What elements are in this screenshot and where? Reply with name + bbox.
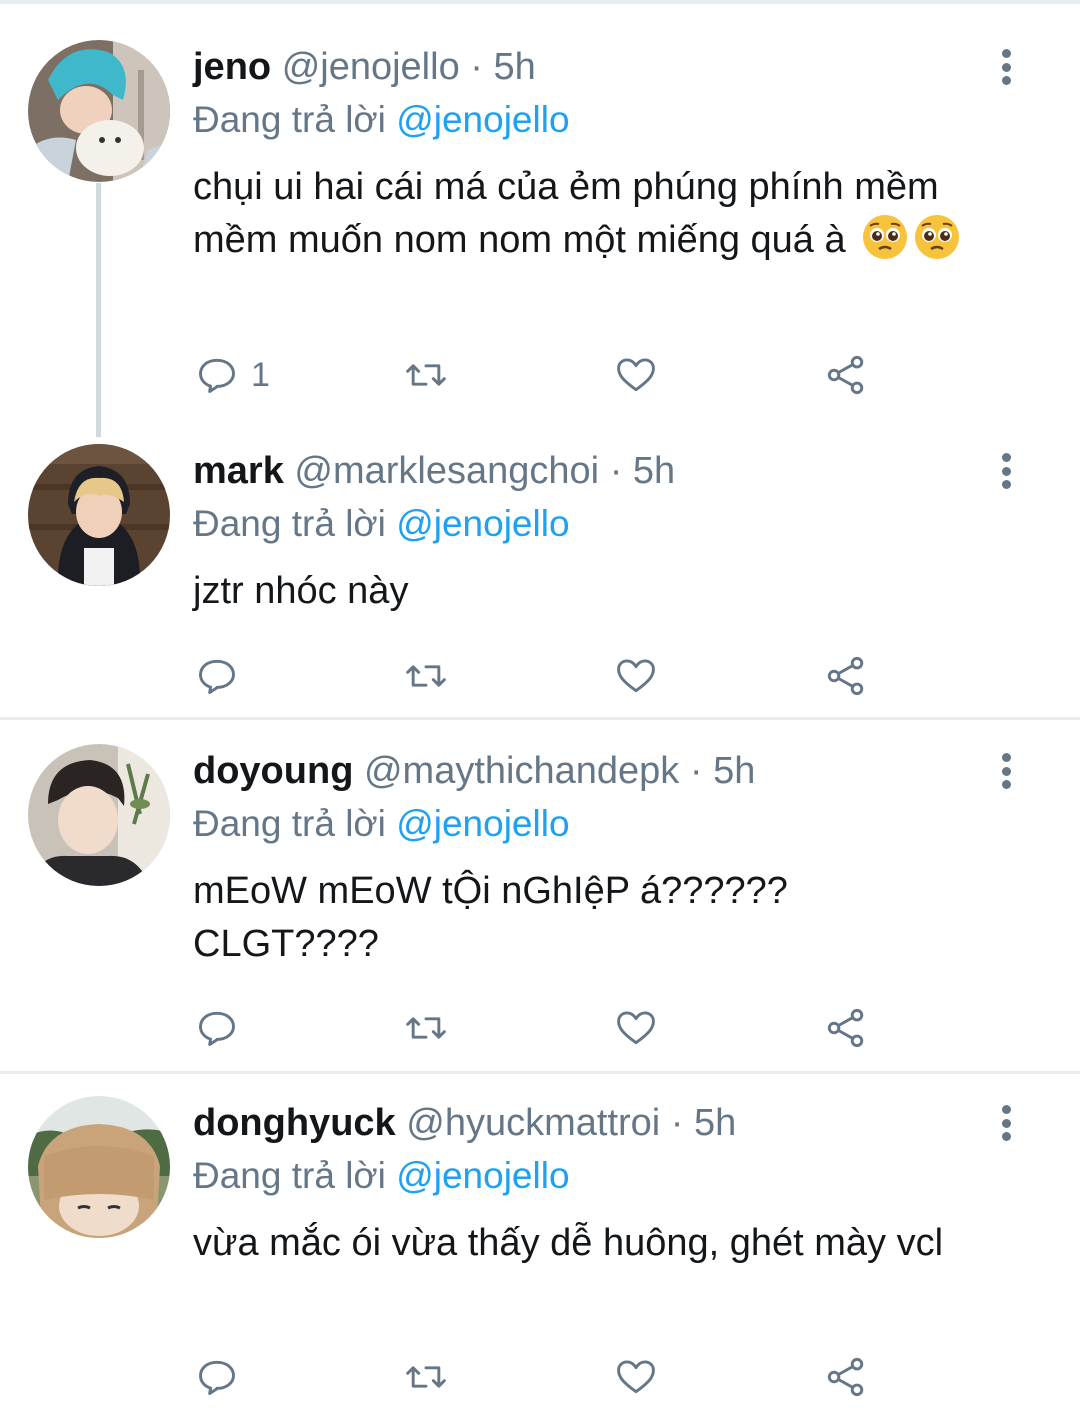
like-button[interactable] — [613, 350, 659, 400]
like-button[interactable] — [613, 1003, 659, 1053]
share-icon — [827, 1008, 864, 1048]
timestamp[interactable]: 5h — [633, 450, 675, 492]
tweet-actions — [190, 1003, 880, 1053]
share-button[interactable] — [823, 1003, 869, 1053]
replying-to-mention[interactable]: @jenojello — [396, 99, 569, 140]
tweet-header: jeno @jenojello · 5h — [193, 42, 536, 92]
share-icon — [827, 355, 864, 395]
more-options-button[interactable] — [990, 1101, 1022, 1145]
avatar-doyoung[interactable] — [28, 744, 170, 886]
share-icon — [827, 656, 864, 696]
retweet-icon — [406, 364, 446, 386]
replying-to: Đang trả lời @jenojello — [193, 799, 570, 849]
reply-icon — [199, 1360, 235, 1395]
reply-icon — [199, 659, 235, 694]
tweet-donghyuck[interactable]: donghyuck @hyuckmattroi · 5h Đang trả lờ… — [0, 1074, 1080, 1428]
tweet-header: mark @marklesangchoi · 5h — [193, 446, 675, 496]
separator-dot: · — [670, 1102, 684, 1144]
heart-icon — [617, 659, 655, 693]
tweet-mark[interactable]: mark @marklesangchoi · 5h Đang trả lời @… — [0, 440, 1080, 716]
pleading-face-emoji — [915, 215, 960, 259]
retweet-button[interactable] — [402, 651, 450, 701]
tweet-header: doyoung @maythichandepk · 5h — [193, 746, 755, 796]
display-name[interactable]: jeno — [193, 46, 271, 88]
tweet-actions — [190, 1352, 880, 1402]
thread-line — [96, 183, 101, 437]
replying-to: Đang trả lời @jenojello — [193, 499, 570, 549]
reply-icon — [199, 358, 235, 393]
tweet-text: vừa mắc ói vừa thấy dễ huông, ghét mày v… — [193, 1222, 944, 1264]
share-button[interactable] — [823, 1352, 869, 1402]
replying-to: Đang trả lời @jenojello — [193, 1151, 570, 1201]
reply-button[interactable]: 1 — [195, 350, 270, 400]
display-name[interactable]: mark — [193, 450, 284, 492]
separator-dot: · — [609, 450, 623, 492]
avatar-mark[interactable] — [28, 444, 170, 586]
tweet-text: jztr nhóc này — [193, 570, 409, 612]
user-handle[interactable]: @jenojello — [282, 46, 460, 88]
tweet-actions — [190, 651, 880, 701]
reply-button[interactable] — [195, 1352, 239, 1402]
display-name[interactable]: doyoung — [193, 750, 353, 792]
retweet-button[interactable] — [402, 1352, 450, 1402]
retweet-button[interactable] — [402, 1003, 450, 1053]
retweet-icon — [406, 1017, 446, 1039]
tweet-actions: 1 — [190, 350, 880, 400]
share-icon — [827, 1357, 864, 1397]
more-options-button[interactable] — [990, 749, 1022, 793]
like-button[interactable] — [613, 651, 659, 701]
display-name[interactable]: donghyuck — [193, 1102, 396, 1144]
tweet-text: mEoW mEoW tỘi nGhIệP á?????? CLGT???? — [193, 870, 788, 965]
like-button[interactable] — [613, 1352, 659, 1402]
reply-count: 1 — [251, 355, 270, 394]
more-vertical-icon — [1001, 1105, 1011, 1114]
reply-icon — [199, 1011, 235, 1046]
user-handle[interactable]: @marklesangchoi — [294, 450, 599, 492]
avatar-donghyuck[interactable] — [28, 1096, 170, 1238]
share-button[interactable] — [823, 651, 869, 701]
heart-icon — [617, 358, 655, 392]
more-vertical-icon — [1001, 453, 1011, 462]
replying-to-label: Đang trả lời — [193, 1155, 386, 1196]
pleading-face-emoji — [863, 215, 908, 259]
share-button[interactable] — [823, 350, 869, 400]
tweet-text-content: chụi ui hai cái má của ẻm phúng phính mề… — [193, 166, 939, 261]
replying-to-mention[interactable]: @jenojello — [396, 1155, 569, 1196]
timestamp[interactable]: 5h — [713, 750, 755, 792]
user-handle[interactable]: @hyuckmattroi — [406, 1102, 660, 1144]
retweet-icon — [406, 665, 446, 687]
replying-to-label: Đang trả lời — [193, 99, 386, 140]
replying-to-mention[interactable]: @jenojello — [396, 503, 569, 544]
replying-to: Đang trả lời @jenojello — [193, 95, 570, 145]
replying-to-label: Đang trả lời — [193, 503, 386, 544]
tweet-text: chụi ui hai cái má của ẻm phúng phính mề… — [193, 161, 973, 267]
user-handle[interactable]: @maythichandepk — [364, 750, 679, 792]
avatar-jeno[interactable] — [28, 40, 170, 182]
retweet-button[interactable] — [402, 350, 450, 400]
replying-to-label: Đang trả lời — [193, 803, 386, 844]
reply-button[interactable] — [195, 1003, 239, 1053]
separator-dot: · — [470, 46, 483, 88]
heart-icon — [617, 1011, 655, 1045]
replying-to-mention[interactable]: @jenojello — [396, 803, 569, 844]
more-vertical-icon — [1001, 753, 1011, 762]
reply-button[interactable] — [195, 651, 239, 701]
retweet-icon — [406, 1366, 446, 1388]
more-options-button[interactable] — [990, 45, 1022, 89]
more-options-button[interactable] — [990, 449, 1022, 493]
tweet-doyoung[interactable]: doyoung @maythichandepk · 5h Đang trả lờ… — [0, 720, 1080, 1070]
heart-icon — [617, 1360, 655, 1394]
tweet-header: donghyuck @hyuckmattroi · 5h — [193, 1098, 736, 1148]
timestamp[interactable]: 5h — [493, 46, 535, 88]
tweet-jeno[interactable]: jeno @jenojello · 5h Đang trả lời @jenoj… — [0, 0, 1080, 440]
timestamp[interactable]: 5h — [694, 1102, 736, 1144]
separator-dot: · — [689, 750, 703, 792]
more-vertical-icon — [1001, 49, 1011, 58]
